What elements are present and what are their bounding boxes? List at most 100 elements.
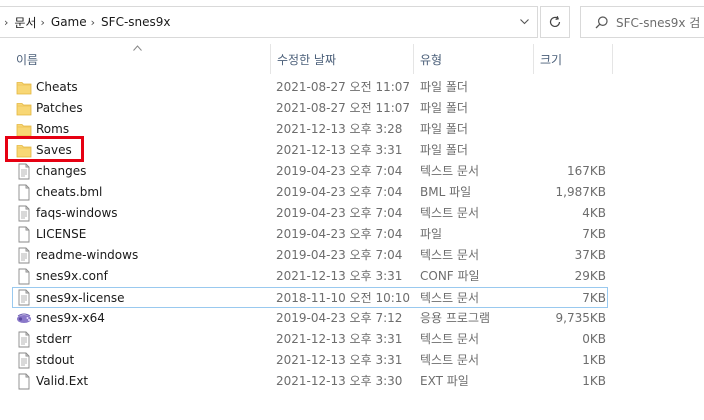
file-size: 1,987KB: [555, 185, 606, 199]
file-type: 텍스트 문서: [420, 332, 480, 346]
file-date: 2019-04-23 오후 7:04: [276, 164, 403, 178]
chevron-right-icon[interactable]: ›: [4, 16, 8, 29]
file-type: 텍스트 문서: [420, 164, 480, 178]
file-size: 7KB: [582, 291, 606, 305]
text-file-icon: [16, 289, 32, 306]
file-row[interactable]: Roms 2021-12-13 오후 3:28 파일 폴더: [0, 119, 704, 140]
file-date: 2021-12-13 오후 3:31: [276, 269, 403, 283]
file-type: CONF 파일: [420, 269, 480, 283]
text-file-icon: [16, 352, 32, 369]
file-type: BML 파일: [420, 185, 472, 199]
file-name[interactable]: Patches: [36, 98, 83, 119]
sort-up-icon: [133, 43, 142, 54]
file-size: 37KB: [574, 248, 606, 262]
file-icon: [16, 268, 32, 285]
breadcrumb-sfc-snes9x[interactable]: SFC-snes9x: [101, 15, 170, 29]
column-divider[interactable]: [270, 44, 271, 74]
search-placeholder: SFC-snes9x 검: [616, 15, 701, 30]
file-date: 2021-12-13 오후 3:31: [276, 353, 403, 367]
file-date: 2019-04-23 오후 7:04: [276, 248, 403, 262]
column-date[interactable]: 수정한 날짜: [277, 44, 336, 74]
chevron-right-icon[interactable]: ›: [41, 16, 45, 29]
file-size: [540, 140, 606, 161]
file-row[interactable]: stdout 2021-12-13 오후 3:31 텍스트 문서 1KB: [0, 350, 704, 371]
file-name[interactable]: Cheats: [36, 77, 78, 98]
address-bar[interactable]: › 문서 › Game › SFC-snes9x: [0, 6, 538, 38]
file-type: 파일 폴더: [420, 101, 468, 115]
file-size: 9,735KB: [555, 311, 606, 325]
column-divider[interactable]: [413, 44, 414, 74]
file-type: 파일 폴더: [420, 143, 468, 157]
folder-icon: [16, 79, 32, 96]
file-type: 텍스트 문서: [420, 353, 480, 367]
file-size: 29KB: [574, 269, 606, 283]
file-type: 텍스트 문서: [420, 291, 480, 305]
file-date: 2021-12-13 오후 3:28: [276, 122, 403, 136]
file-name[interactable]: LICENSE: [36, 224, 86, 245]
file-date: 2019-04-23 오후 7:12: [276, 311, 403, 325]
file-name[interactable]: Valid.Ext: [36, 371, 88, 392]
text-file-icon: [16, 331, 32, 348]
file-row[interactable]: Valid.Ext 2021-12-13 오후 3:30 EXT 파일 1KB: [0, 371, 704, 392]
file-size: [540, 119, 606, 140]
file-size: [540, 77, 606, 98]
file-icon: [16, 226, 32, 243]
breadcrumb-documents[interactable]: 문서: [14, 14, 36, 31]
file-name[interactable]: cheats.bml: [36, 182, 102, 203]
search-icon: [595, 15, 608, 29]
file-size: 1KB: [582, 353, 606, 367]
breadcrumb-game[interactable]: Game: [51, 15, 87, 29]
file-date: 2021-12-13 오후 3:31: [276, 143, 403, 157]
file-type: 파일 폴더: [420, 80, 468, 94]
folder-icon: [16, 100, 32, 117]
chevron-down-icon: [519, 19, 529, 25]
column-type[interactable]: 유형: [420, 44, 442, 74]
refresh-button[interactable]: [540, 6, 570, 38]
column-divider[interactable]: [612, 44, 613, 74]
file-size: 167KB: [566, 164, 606, 178]
file-type: 텍스트 문서: [420, 248, 480, 262]
file-row[interactable]: faqs-windows 2019-04-23 오후 7:04 텍스트 문서 4KB: [0, 203, 704, 224]
file-row[interactable]: stderr 2021-12-13 오후 3:31 텍스트 문서 0KB: [0, 329, 704, 350]
refresh-icon: [549, 15, 561, 28]
chevron-right-icon[interactable]: ›: [91, 16, 95, 29]
address-history-dropdown[interactable]: [511, 7, 537, 37]
text-file-icon: [16, 247, 32, 264]
file-date: 2021-12-13 오후 3:30: [276, 374, 403, 388]
file-row[interactable]: snes9x-license 2018-11-10 오전 10:10 텍스트 문서 7…: [12, 287, 608, 308]
file-name[interactable]: changes: [36, 161, 86, 182]
file-name[interactable]: faqs-windows: [36, 203, 118, 224]
file-name[interactable]: snes9x.conf: [36, 266, 108, 287]
column-size[interactable]: 크기: [540, 44, 562, 74]
file-row[interactable]: snes9x.conf 2021-12-13 오후 3:31 CONF 파일 29KB: [0, 266, 704, 287]
column-name[interactable]: 이름: [16, 44, 38, 74]
text-file-icon: [16, 205, 32, 222]
file-row[interactable]: Saves 2021-12-13 오후 3:31 파일 폴더: [0, 140, 704, 161]
column-header: 이름 수정한 날짜 유형 크기: [0, 44, 704, 74]
file-date: 2018-11-10 오전 10:10: [276, 291, 411, 305]
file-size: 0KB: [582, 332, 606, 346]
file-name[interactable]: readme-windows: [36, 245, 138, 266]
file-row[interactable]: snes9x-x64 2019-04-23 오후 7:12 응용 프로그램 9,735…: [0, 308, 704, 329]
file-row[interactable]: readme-windows 2019-04-23 오후 7:04 텍스트 문서 37…: [0, 245, 704, 266]
search-box[interactable]: SFC-snes9x 검: [580, 6, 704, 38]
file-row[interactable]: Cheats 2021-08-27 오전 11:07 파일 폴더: [0, 77, 704, 98]
file-type: EXT 파일: [420, 374, 469, 388]
file-row[interactable]: LICENSE 2019-04-23 오후 7:04 파일 7KB: [0, 224, 704, 245]
file-name[interactable]: snes9x-license: [36, 288, 124, 309]
file-date: 2019-04-23 오후 7:04: [276, 227, 403, 241]
file-row[interactable]: changes 2019-04-23 오후 7:04 텍스트 문서 167KB: [0, 161, 704, 182]
file-row[interactable]: cheats.bml 2019-04-23 오후 7:04 BML 파일 1,987K…: [0, 182, 704, 203]
file-name[interactable]: stderr: [36, 329, 72, 350]
file-name[interactable]: snes9x-x64: [36, 308, 105, 329]
file-row[interactable]: Patches 2021-08-27 오전 11:07 파일 폴더: [0, 98, 704, 119]
file-name[interactable]: stdout: [36, 350, 74, 371]
column-divider[interactable]: [533, 44, 534, 74]
file-size: 7KB: [582, 227, 606, 241]
file-type: 텍스트 문서: [420, 206, 480, 220]
file-size: [540, 98, 606, 119]
file-type: 파일: [420, 227, 443, 241]
text-file-icon: [16, 163, 32, 180]
app-icon: [16, 310, 32, 327]
file-icon: [16, 184, 32, 201]
